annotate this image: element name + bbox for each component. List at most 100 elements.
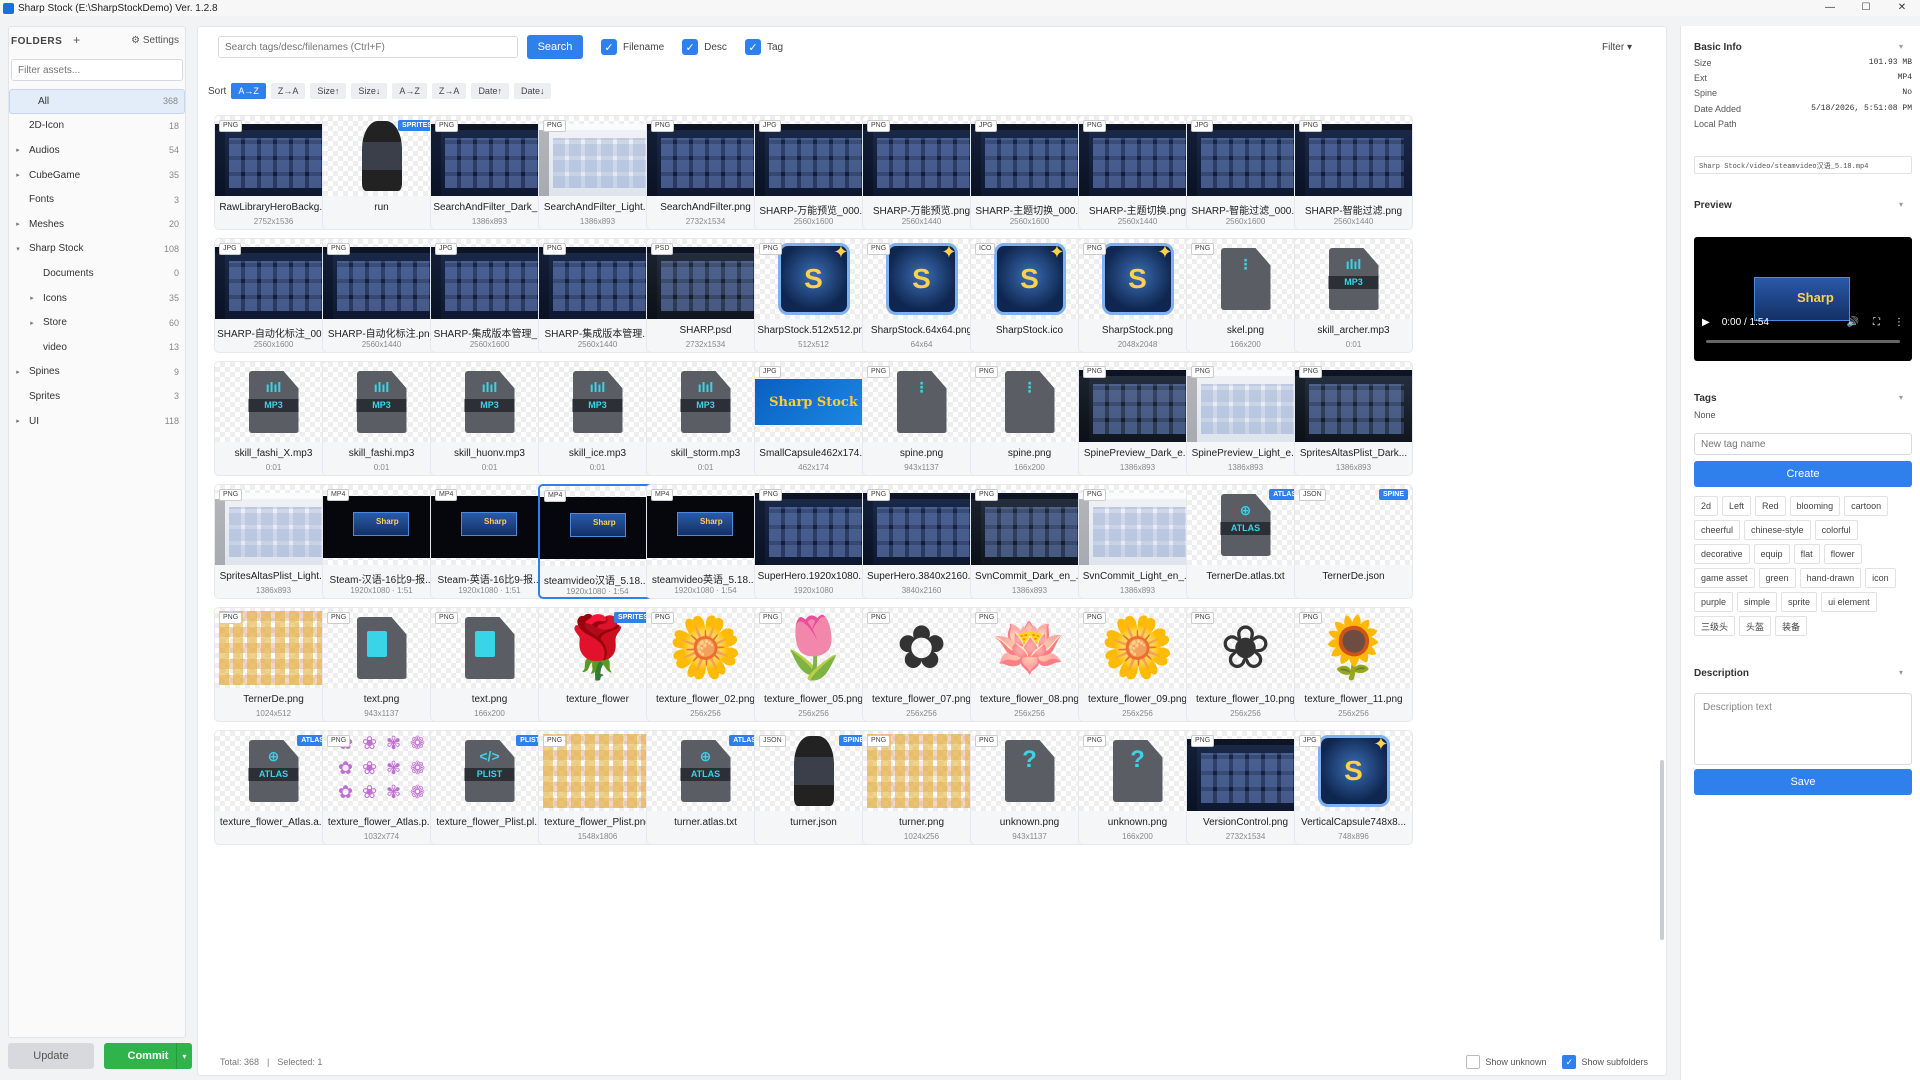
commit-button[interactable]: Commit ▾ bbox=[104, 1043, 192, 1069]
tag-chip[interactable]: Left bbox=[1722, 496, 1752, 516]
folder-item-meshes[interactable]: ▸ Meshes 20 bbox=[9, 212, 185, 237]
asset-tile[interactable]: PNG SHARP-自动化标注.png 2560x1440 bbox=[322, 238, 441, 353]
tag-chip[interactable]: colorful bbox=[1814, 520, 1858, 540]
asset-tile[interactable]: SICO SharpStock.ico bbox=[970, 238, 1089, 353]
asset-tile[interactable]: PNG texture_flower_Plist.png 1548x1806 bbox=[538, 730, 657, 845]
sort-button[interactable]: Size↓ bbox=[351, 83, 388, 99]
search-button[interactable]: Search bbox=[527, 35, 583, 59]
asset-tile[interactable]: PNG RawLibraryHeroBackg... 2752x1536 bbox=[214, 115, 333, 230]
maximize-icon[interactable]: ☐ bbox=[1848, 0, 1884, 16]
asset-tile[interactable]: JPG SHARP-集成版本管理_... 2560x1600 bbox=[430, 238, 549, 353]
asset-tile[interactable]: MP4 Steam-英语-16比9-报...1920x1080 · 1:51 bbox=[430, 484, 549, 599]
tag-checkbox[interactable]: ✓ Tag bbox=[744, 39, 783, 55]
asset-tile[interactable]: MP4 steamvideo汉语_5.18....1920x1080 · 1:54 bbox=[538, 484, 657, 599]
asset-tile[interactable]: PNG SpinePreview_Dark_e... 1386x893 bbox=[1078, 361, 1197, 476]
asset-tile[interactable]: ılıl MP3 skill_archer.mp3 0:01 bbox=[1294, 238, 1413, 353]
asset-tile[interactable]: PNG SpritesAltasPlist_Light... 1386x893 bbox=[214, 484, 333, 599]
folder-item-ui[interactable]: ▸ UI 118 bbox=[9, 409, 185, 434]
minimize-icon[interactable]: — bbox=[1812, 0, 1848, 16]
tag-chip[interactable]: flower bbox=[1823, 544, 1862, 564]
volume-icon[interactable]: 🔊 bbox=[1847, 317, 1859, 328]
asset-tile[interactable]: JPG SHARP-自动化标注_00... 2560x1600 bbox=[214, 238, 333, 353]
description-header[interactable]: Description ▾ bbox=[1694, 668, 1903, 679]
sort-button[interactable]: Z→A bbox=[431, 83, 467, 99]
asset-tile[interactable]: 🪷 PNG texture_flower_08.png 256x256 bbox=[970, 607, 1089, 722]
asset-tile[interactable]: PNG SearchAndFilter.png 2732x1534 bbox=[646, 115, 765, 230]
collapse-icon[interactable]: ▾ bbox=[1899, 42, 1903, 51]
asset-tile[interactable]: Sharp Stock JPG SmallCapsule462x174... 462x… bbox=[754, 361, 873, 476]
asset-tile[interactable]: ⋮ PNG spine.png 166x200 bbox=[970, 361, 1089, 476]
local-path-field[interactable]: Sharp Stock/video/steamvideo汉语_5.18.mp4 bbox=[1694, 156, 1912, 174]
asset-tile[interactable]: PNG SHARP-集成版本管理... 2560x1440 bbox=[538, 238, 657, 353]
asset-tile[interactable]: MP4 steamvideo英语_5.18....1920x1080 · 1:54 bbox=[646, 484, 765, 599]
tags-header[interactable]: Tags ▾ bbox=[1694, 393, 1903, 404]
tag-chip[interactable]: green bbox=[1758, 568, 1796, 588]
tag-chip[interactable]: purple bbox=[1694, 592, 1734, 612]
asset-tile[interactable]: PNG text.png 166x200 bbox=[430, 607, 549, 722]
grid-scrollbar[interactable] bbox=[1660, 760, 1664, 940]
asset-tile[interactable]: JSON SPINE turner.json bbox=[754, 730, 873, 845]
asset-tile[interactable]: ? PNG unknown.png 166x200 bbox=[1078, 730, 1197, 845]
asset-tile[interactable]: PSD SHARP.psd 2732x1534 bbox=[646, 238, 765, 353]
expand-arrow-icon[interactable]: ▸ bbox=[13, 417, 23, 425]
filter-assets-input[interactable] bbox=[11, 59, 183, 81]
create-tag-button[interactable]: Create bbox=[1694, 461, 1912, 487]
collapse-icon[interactable]: ▾ bbox=[1899, 393, 1903, 402]
folder-item-documents[interactable]: Documents 0 bbox=[9, 261, 185, 286]
new-tag-input[interactable] bbox=[1694, 433, 1912, 455]
asset-tile[interactable]: PNG turner.png 1024x256 bbox=[862, 730, 981, 845]
folder-item-sprites[interactable]: Sprites 3 bbox=[9, 384, 185, 409]
sort-button[interactable]: Date↓ bbox=[513, 83, 552, 99]
asset-tile[interactable]: ⊕ ATLAS ATLAS turner.atlas.txt bbox=[646, 730, 765, 845]
more-options-icon[interactable]: ⋮ bbox=[1894, 317, 1904, 328]
asset-tile[interactable]: ❀ PNG texture_flower_10.png 256x256 bbox=[1186, 607, 1305, 722]
sort-button[interactable]: A→Z bbox=[392, 83, 427, 99]
expand-arrow-icon[interactable]: ▸ bbox=[27, 319, 37, 327]
asset-tile[interactable]: ılıl MP3 skill_fashi.mp3 0:01 bbox=[322, 361, 441, 476]
expand-arrow-icon[interactable]: ▸ bbox=[13, 368, 23, 376]
update-button[interactable]: Update bbox=[8, 1043, 94, 1069]
asset-tile[interactable]: PNG VersionControl.png 2732x1534 bbox=[1186, 730, 1305, 845]
folder-item-audios[interactable]: ▸ Audios 54 bbox=[9, 138, 185, 163]
expand-arrow-icon[interactable]: ▸ bbox=[13, 171, 23, 179]
tag-chip[interactable]: cartoon bbox=[1844, 496, 1889, 516]
basic-info-header[interactable]: Basic Info ▾ bbox=[1694, 42, 1903, 53]
asset-tile[interactable]: PNG SearchAndFilter_Light... 1386x893 bbox=[538, 115, 657, 230]
asset-tile[interactable]: ⊕ ATLAS ATLAS texture_flower_Atlas.a... bbox=[214, 730, 333, 845]
save-button[interactable]: Save bbox=[1694, 769, 1912, 795]
folder-item-store[interactable]: ▸ Store 60 bbox=[9, 310, 185, 335]
asset-tile[interactable]: PNG SHARP-万能预览.png 2560x1440 bbox=[862, 115, 981, 230]
asset-tile[interactable]: ılıl MP3 skill_storm.mp3 0:01 bbox=[646, 361, 765, 476]
asset-tile[interactable]: </> PLIST PLIST texture_flower_Plist.pl... bbox=[430, 730, 549, 845]
tag-chip[interactable]: simple bbox=[1737, 592, 1778, 612]
collapse-icon[interactable]: ▾ bbox=[1899, 200, 1903, 209]
folder-item-spines[interactable]: ▸ Spines 9 bbox=[9, 360, 185, 385]
asset-tile[interactable]: 🌻 PNG texture_flower_11.png 256x256 bbox=[1294, 607, 1413, 722]
asset-tile[interactable]: PNG SearchAndFilter_Dark_... 1386x893 bbox=[430, 115, 549, 230]
asset-tile[interactable]: ✿❀✾❁✿❀✾❁✿❀✾❁PNGtexture_flower_Atlas.p...… bbox=[322, 730, 441, 845]
asset-tile[interactable]: ✿ PNG texture_flower_07.png 256x256 bbox=[862, 607, 981, 722]
folder-item-all[interactable]: All 368 bbox=[9, 89, 185, 114]
expand-arrow-icon[interactable]: ▸ bbox=[27, 294, 37, 302]
add-folder-icon[interactable]: + bbox=[73, 33, 80, 47]
asset-tile[interactable]: JPG SHARP-万能预览_000... 2560x1600 bbox=[754, 115, 873, 230]
tag-chip[interactable]: blooming bbox=[1789, 496, 1841, 516]
tag-chip[interactable]: Red bbox=[1755, 496, 1786, 516]
tag-chip[interactable]: 2d bbox=[1694, 496, 1719, 516]
filter-dropdown[interactable]: Filter ▾ bbox=[1602, 27, 1632, 67]
asset-tile[interactable]: PNG SpinePreview_Light_e... 1386x893 bbox=[1186, 361, 1305, 476]
asset-tile[interactable]: 🌷 PNG texture_flower_05.png 256x256 bbox=[754, 607, 873, 722]
tag-chip[interactable]: ui element bbox=[1821, 592, 1877, 612]
show-unknown-checkbox[interactable] bbox=[1466, 1055, 1481, 1069]
close-icon[interactable]: ✕ bbox=[1884, 0, 1920, 16]
tag-chip[interactable]: sprite bbox=[1781, 592, 1818, 612]
play-icon[interactable]: ▶ bbox=[1702, 317, 1710, 328]
tag-chip[interactable]: hand-drawn bbox=[1799, 568, 1862, 588]
tag-chip[interactable]: flat bbox=[1793, 544, 1820, 564]
asset-tile[interactable]: ılıl MP3 skill_huonv.mp3 0:01 bbox=[430, 361, 549, 476]
asset-tile[interactable]: SJPG VerticalCapsule748x8... 748x896 bbox=[1294, 730, 1413, 845]
folder-item-cubegame[interactable]: ▸ CubeGame 35 bbox=[9, 163, 185, 188]
commit-dropdown-icon[interactable]: ▾ bbox=[176, 1043, 192, 1069]
preview-header[interactable]: Preview ▾ bbox=[1694, 200, 1903, 211]
video-progress[interactable] bbox=[1706, 340, 1900, 343]
